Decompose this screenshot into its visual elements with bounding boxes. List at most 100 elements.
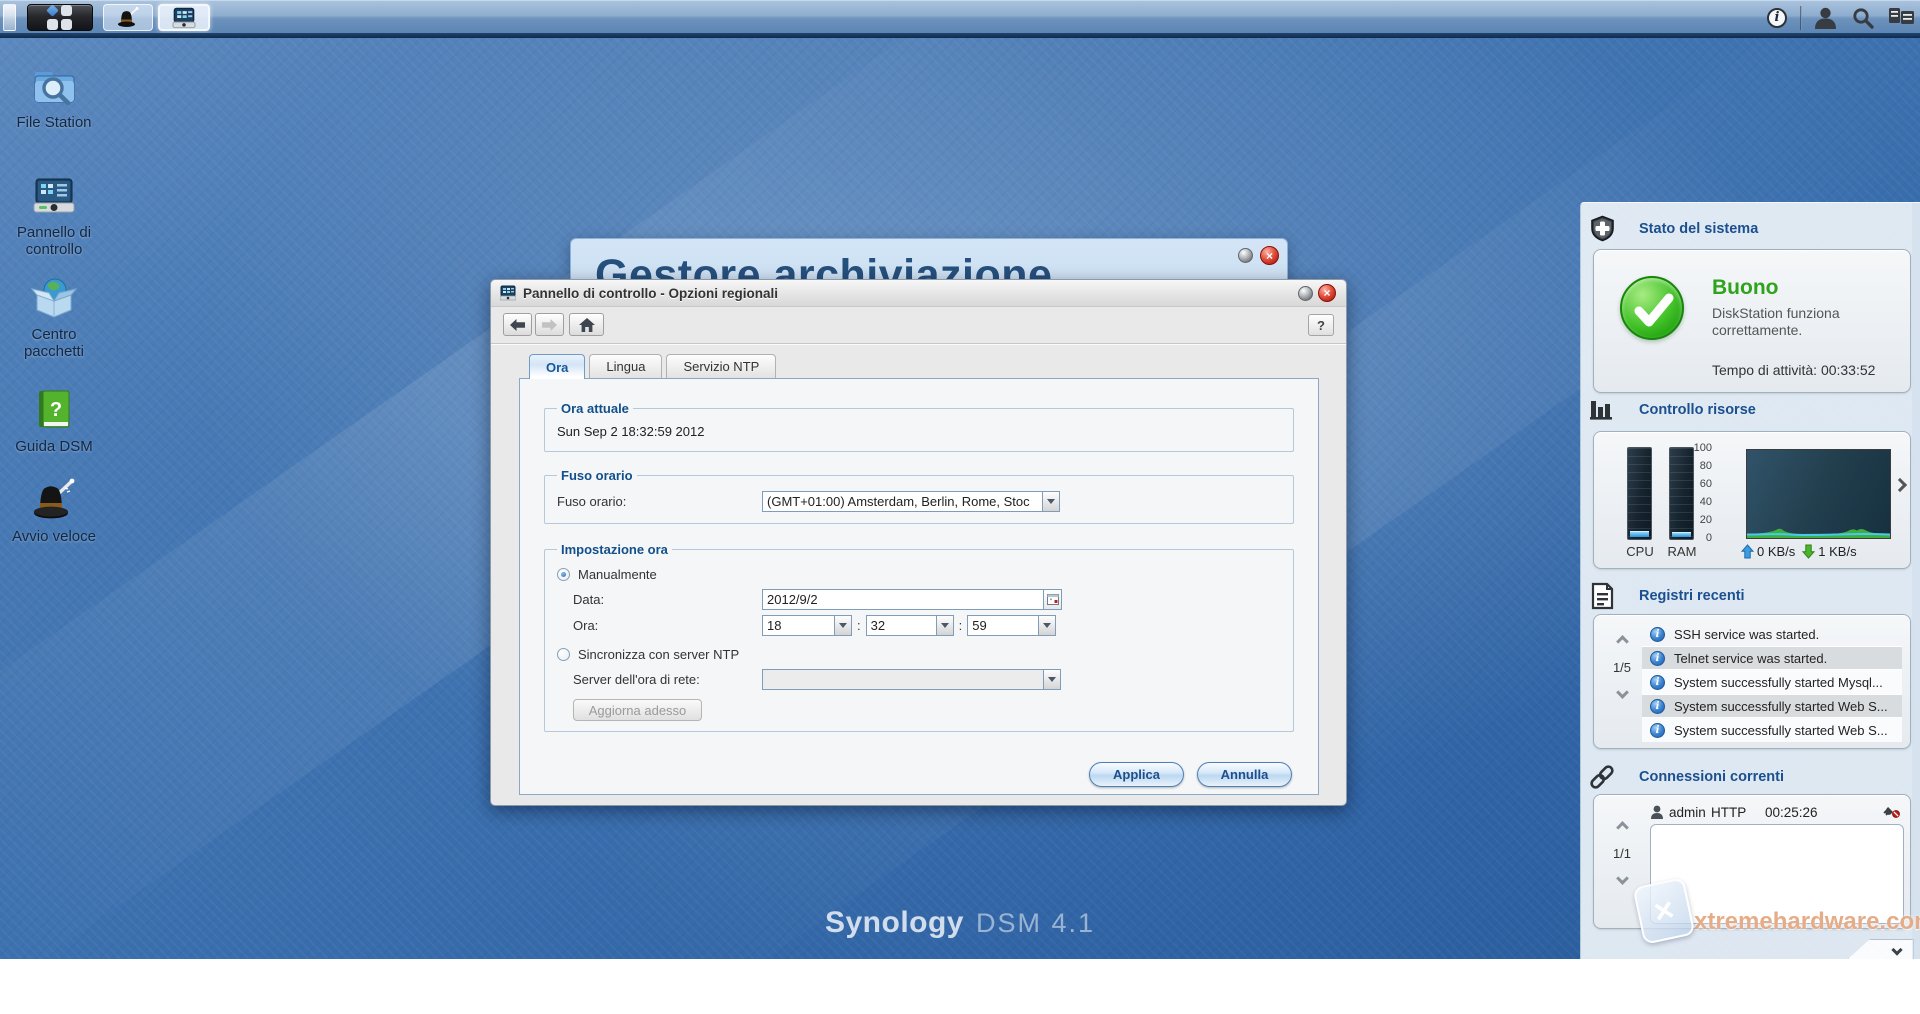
ntp-radio-label: Sincronizza con server NTP	[578, 647, 739, 662]
site-watermark-text: xtremehardware.com	[1694, 908, 1920, 936]
timezone-select[interactable]: (GMT+01:00) Amsterdam, Berlin, Rome, Sto…	[762, 491, 1060, 512]
desktop-icon-label: Avvio veloce	[6, 528, 102, 545]
minute-select[interactable]: 32	[866, 615, 954, 636]
disconnect-icon[interactable]	[1882, 804, 1900, 821]
home-button[interactable]	[569, 313, 604, 336]
info-icon: i	[1650, 627, 1665, 642]
log-text: System successfully started Web S...	[1674, 723, 1888, 738]
desktop-icon-quick-start[interactable]: Avvio veloce	[6, 476, 102, 545]
date-input[interactable]	[762, 589, 1044, 610]
page-down-icon[interactable]	[1616, 686, 1629, 699]
dialog-tabs: Ora Lingua Servizio NTP	[529, 354, 780, 379]
info-icon: i	[1767, 8, 1787, 28]
dropdown-trigger-icon[interactable]	[1043, 491, 1060, 512]
chain-link-icon	[1581, 762, 1623, 792]
info-icon: i	[1650, 723, 1665, 738]
search-button[interactable]	[1844, 4, 1882, 31]
magic-hat-icon	[116, 6, 140, 30]
show-desktop-tab[interactable]	[3, 4, 16, 31]
control-panel-taskbar-button[interactable]	[158, 4, 210, 31]
ntp-server-label: Server dell'ora di rete:	[573, 672, 762, 687]
forward-button[interactable]	[535, 313, 564, 336]
help-button[interactable]: ?	[1308, 314, 1334, 336]
desktop-icon-control-panel[interactable]: Pannello di controllo	[6, 172, 102, 258]
back-button[interactable]	[503, 313, 532, 336]
sidebar-collapse-tab[interactable]	[1848, 939, 1914, 959]
ntp-radio-row[interactable]: Sincronizza con server NTP	[557, 643, 1281, 665]
pilot-view-button[interactable]	[1882, 4, 1920, 31]
dropdown-trigger-icon[interactable]	[937, 615, 954, 636]
tab-content-panel: Ora attuale Sun Sep 2 18:32:59 2012 Fuso…	[519, 378, 1319, 795]
dsm-help-icon: ?	[30, 386, 78, 434]
page-up-icon[interactable]	[1616, 635, 1629, 648]
y-tick: 0	[1682, 532, 1712, 544]
user-menu-button[interactable]	[1806, 4, 1844, 31]
widget-title: Stato del sistema	[1639, 221, 1758, 237]
manual-radio-row[interactable]: Manualmente	[557, 563, 1281, 585]
time-row: Ora: 18 : 32 : 59	[557, 613, 1281, 637]
synology-logo-text: Synology	[825, 906, 964, 939]
fieldset-legend: Ora attuale	[557, 401, 633, 416]
page-indicator: 1/5	[1604, 660, 1640, 675]
logs-pager: 1/5	[1604, 615, 1640, 702]
back-arrow-icon	[510, 319, 525, 331]
desktop-icon-dsm-help[interactable]: ? Guida DSM	[6, 386, 102, 455]
apply-button[interactable]: Applica	[1089, 762, 1184, 787]
cancel-button[interactable]: Annulla	[1197, 762, 1292, 787]
ram-label: RAM	[1666, 544, 1698, 559]
widget-title: Registri recenti	[1639, 588, 1745, 604]
page-down-icon[interactable]	[1616, 872, 1629, 885]
search-icon	[1852, 7, 1874, 29]
info-icon: i	[1650, 699, 1665, 714]
dsm-version-text: DSM 4.1	[976, 908, 1095, 938]
calendar-button[interactable]	[1044, 589, 1062, 610]
close-button[interactable]: ×	[1260, 246, 1279, 265]
recent-logs-panel: 1/5 iSSH service was started. iTelnet se…	[1593, 614, 1911, 749]
ntp-radio[interactable]	[557, 648, 570, 661]
desktop-icon-file-station[interactable]: File Station	[6, 62, 102, 131]
tab-servizio-ntp[interactable]: Servizio NTP	[666, 354, 776, 378]
connections-header: Connessioni correnti	[1581, 762, 1920, 792]
health-ok-icon	[1620, 276, 1684, 340]
connection-duration: 00:25:26	[1765, 805, 1818, 820]
quick-launch-button[interactable]	[103, 4, 153, 31]
date-label: Data:	[573, 592, 762, 607]
system-health-header: Stato del sistema	[1581, 215, 1920, 242]
tab-lingua[interactable]: Lingua	[589, 354, 662, 378]
log-text: System successfully started Web S...	[1674, 699, 1888, 714]
cpu-gauge-fill	[1630, 531, 1649, 537]
desktop-icon-label: Centro pacchetti	[6, 326, 102, 360]
tab-ora[interactable]: Ora	[529, 354, 585, 379]
time-label: Ora:	[573, 618, 762, 633]
manual-radio[interactable]	[557, 568, 570, 581]
dialog-titlebar[interactable]: Pannello di controllo - Opzioni regional…	[491, 280, 1346, 307]
dropdown-trigger-icon[interactable]	[1039, 615, 1056, 636]
page-up-icon[interactable]	[1616, 821, 1629, 834]
colon-separator: :	[959, 618, 963, 633]
site-watermark: × xtremehardware.com	[1638, 882, 1920, 940]
document-icon	[1581, 582, 1623, 610]
minimize-button[interactable]	[1238, 248, 1253, 263]
health-description: DiskStation funziona correttamente.	[1712, 305, 1890, 339]
fieldset-legend: Impostazione ora	[557, 542, 672, 557]
desktop-icon-package-center[interactable]: Centro pacchetti	[6, 274, 102, 360]
desktop-icon-label: Guida DSM	[6, 438, 102, 455]
manual-radio-label: Manualmente	[578, 567, 657, 582]
close-button[interactable]: ×	[1318, 284, 1336, 302]
second-select[interactable]: 59	[967, 615, 1056, 636]
control-panel-icon	[500, 285, 516, 301]
log-row: iSSH service was started.	[1642, 622, 1902, 646]
expand-resource-arrow-icon[interactable]	[1893, 478, 1907, 492]
hour-select[interactable]: 18	[762, 615, 852, 636]
minimize-button[interactable]	[1298, 286, 1313, 301]
main-menu-button[interactable]	[27, 4, 93, 31]
control-panel-icon	[171, 7, 197, 29]
bar-chart-icon	[1581, 397, 1623, 423]
desktop-icon-label: File Station	[6, 114, 102, 131]
info-button[interactable]: i	[1758, 4, 1796, 31]
taskbar-edge	[0, 33, 1920, 38]
system-health-panel: Buono DiskStation funziona correttamente…	[1593, 249, 1911, 393]
connection-protocol: HTTP	[1711, 805, 1765, 820]
dropdown-trigger-icon[interactable]	[835, 615, 852, 636]
upload-speed: 0 KB/s	[1757, 544, 1795, 559]
